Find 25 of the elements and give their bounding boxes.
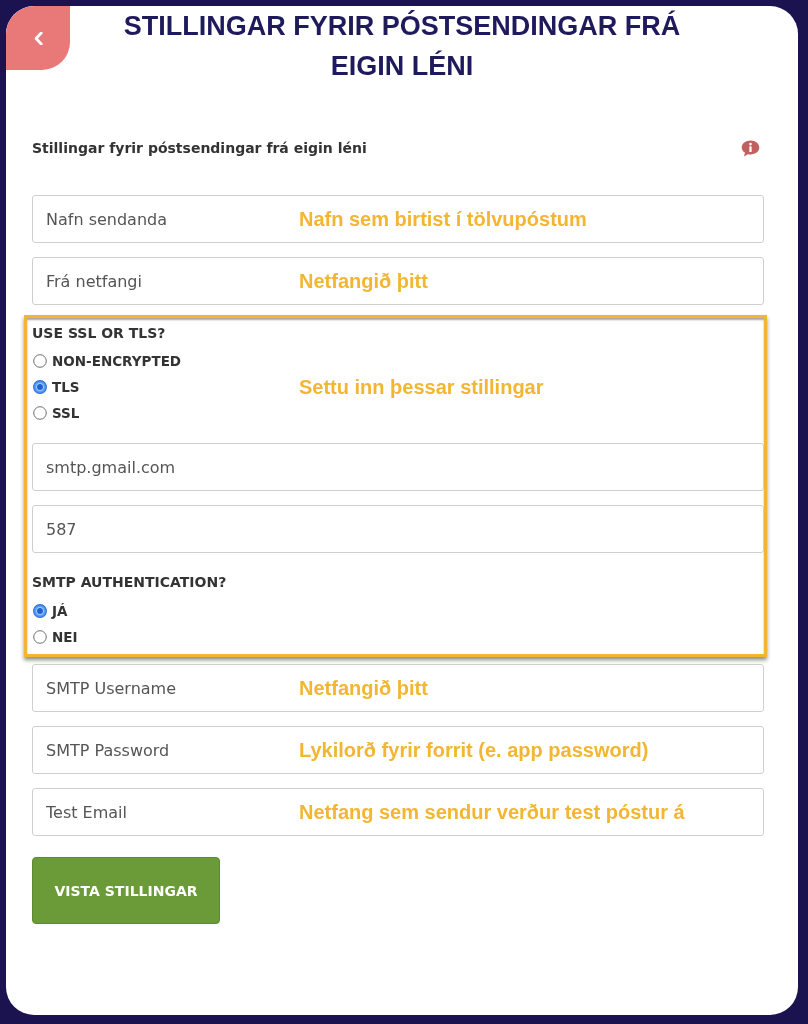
input-field[interactable]: smtp.gmail.com — [32, 443, 764, 491]
radio-button[interactable] — [33, 630, 47, 644]
radio-button[interactable] — [33, 604, 47, 618]
option-label[interactable]: TLS — [52, 378, 80, 396]
info-icon[interactable] — [741, 139, 760, 157]
annotation-text: Netfangið þitt — [299, 676, 428, 700]
group-label: SMTP AUTHENTICATION? — [32, 573, 228, 591]
option-label[interactable]: NON-ENCRYPTED — [52, 352, 182, 370]
input-field[interactable]: 587 — [32, 505, 764, 553]
radio-button[interactable] — [33, 406, 47, 420]
back-button[interactable] — [6, 6, 70, 70]
radio-button[interactable] — [33, 354, 47, 368]
option-label[interactable]: NEI — [52, 628, 78, 646]
annotation-text: Nafn sem birtist í tölvupóstum — [299, 207, 587, 231]
section-heading: Stillingar fyrir póstsendingar frá eigin léni — [32, 139, 367, 158]
option-label[interactable]: SSL — [52, 404, 80, 422]
page-title: STILLINGAR FYRIR PÓSTSENDINGAR FRÁ EIGIN LÉNI — [122, 9, 682, 83]
annotation-text: Lykilorð fyrir forrit (e. app password) — [299, 738, 649, 762]
chevron-left-icon — [33, 31, 43, 45]
option-label[interactable]: JÁ — [52, 602, 68, 620]
annotation-text: Settu inn þessar stillingar — [299, 375, 545, 399]
annotation-text: Netfang sem sendur verður test póstur á — [299, 800, 685, 824]
group-label: USE SSL OR TLS? — [32, 324, 167, 342]
annotation-text: Netfangið þitt — [299, 269, 428, 293]
radio-button[interactable] — [33, 380, 47, 394]
